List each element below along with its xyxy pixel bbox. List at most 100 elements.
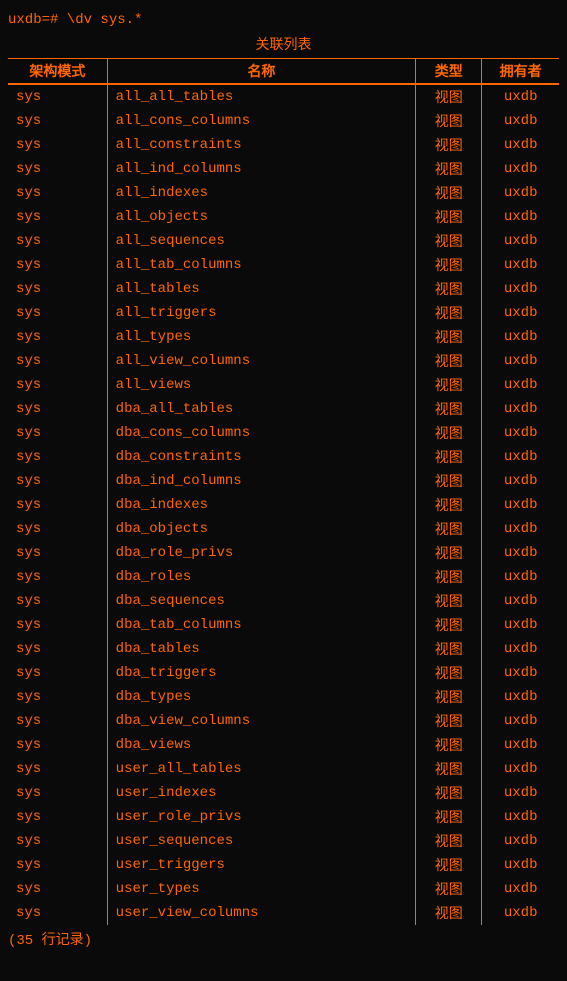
cell-type: 视图 [416,661,482,685]
cell-name: dba_objects [107,517,416,541]
cell-name: user_indexes [107,781,416,805]
cell-owner: uxdb [482,709,559,733]
cell-type: 视图 [416,349,482,373]
table-row: sysall_types视图uxdb [8,325,559,349]
table-row: sysall_tables视图uxdb [8,277,559,301]
table-row: sysdba_constraints视图uxdb [8,445,559,469]
cell-type: 视图 [416,685,482,709]
cell-owner: uxdb [482,517,559,541]
cell-type: 视图 [416,205,482,229]
cell-type: 视图 [416,829,482,853]
cell-type: 视图 [416,229,482,253]
cell-name: dba_views [107,733,416,757]
cell-owner: uxdb [482,133,559,157]
cell-owner: uxdb [482,205,559,229]
cell-owner: uxdb [482,685,559,709]
table-row: sysall_tab_columns视图uxdb [8,253,559,277]
cell-schema: sys [8,84,107,109]
col-header-type: 类型 [416,59,482,85]
cell-schema: sys [8,805,107,829]
table-row: sysuser_view_columns视图uxdb [8,901,559,925]
cell-name: all_cons_columns [107,109,416,133]
cell-owner: uxdb [482,733,559,757]
cell-type: 视图 [416,901,482,925]
table-row: sysuser_sequences视图uxdb [8,829,559,853]
table-row: sysdba_roles视图uxdb [8,565,559,589]
cell-schema: sys [8,109,107,133]
cell-owner: uxdb [482,613,559,637]
row-count-footer: (35 行记录) [8,929,559,949]
cell-name: dba_ind_columns [107,469,416,493]
cell-name: user_all_tables [107,757,416,781]
table-title: 关联列表 [8,34,559,54]
cell-schema: sys [8,613,107,637]
cell-type: 视图 [416,421,482,445]
cell-owner: uxdb [482,277,559,301]
table-row: sysall_constraints视图uxdb [8,133,559,157]
table-row: sysall_views视图uxdb [8,373,559,397]
cell-name: dba_indexes [107,493,416,517]
cell-owner: uxdb [482,157,559,181]
cell-schema: sys [8,397,107,421]
cell-schema: sys [8,853,107,877]
table-row: sysall_view_columns视图uxdb [8,349,559,373]
cell-owner: uxdb [482,781,559,805]
cell-type: 视图 [416,84,482,109]
cell-owner: uxdb [482,349,559,373]
table-row: sysall_objects视图uxdb [8,205,559,229]
cell-type: 视图 [416,397,482,421]
cell-type: 视图 [416,301,482,325]
cell-owner: uxdb [482,445,559,469]
cell-schema: sys [8,781,107,805]
cell-schema: sys [8,685,107,709]
cell-type: 视图 [416,637,482,661]
cell-type: 视图 [416,709,482,733]
table-row: sysall_all_tables视图uxdb [8,84,559,109]
cell-schema: sys [8,253,107,277]
cell-schema: sys [8,133,107,157]
cell-type: 视图 [416,277,482,301]
cell-owner: uxdb [482,397,559,421]
cell-name: user_triggers [107,853,416,877]
cell-schema: sys [8,373,107,397]
cell-schema: sys [8,565,107,589]
table-row: sysdba_indexes视图uxdb [8,493,559,517]
cell-schema: sys [8,661,107,685]
cell-schema: sys [8,277,107,301]
cell-schema: sys [8,229,107,253]
table-row: sysdba_role_privs视图uxdb [8,541,559,565]
cell-owner: uxdb [482,805,559,829]
table-row: sysuser_triggers视图uxdb [8,853,559,877]
cell-schema: sys [8,733,107,757]
cell-owner: uxdb [482,565,559,589]
table-row: sysuser_types视图uxdb [8,877,559,901]
cell-owner: uxdb [482,853,559,877]
cell-type: 视图 [416,109,482,133]
cell-type: 视图 [416,517,482,541]
cell-schema: sys [8,901,107,925]
col-header-name: 名称 [107,59,416,85]
cell-name: all_types [107,325,416,349]
table-row: sysuser_indexes视图uxdb [8,781,559,805]
table-row: sysdba_cons_columns视图uxdb [8,421,559,445]
col-header-owner: 拥有者 [482,59,559,85]
cell-owner: uxdb [482,469,559,493]
cell-name: all_all_tables [107,84,416,109]
cell-schema: sys [8,469,107,493]
cell-name: all_objects [107,205,416,229]
table-row: sysall_indexes视图uxdb [8,181,559,205]
terminal-window: uxdb=# \dv sys.* 关联列表 架构模式 名称 类型 拥有者 sys… [4,8,563,953]
cell-schema: sys [8,829,107,853]
cell-owner: uxdb [482,901,559,925]
cell-schema: sys [8,181,107,205]
cell-type: 视图 [416,325,482,349]
cell-schema: sys [8,541,107,565]
cell-name: dba_constraints [107,445,416,469]
cell-owner: uxdb [482,181,559,205]
cell-type: 视图 [416,781,482,805]
cell-owner: uxdb [482,757,559,781]
cell-type: 视图 [416,877,482,901]
cell-name: user_sequences [107,829,416,853]
table-row: sysdba_sequences视图uxdb [8,589,559,613]
cell-owner: uxdb [482,253,559,277]
